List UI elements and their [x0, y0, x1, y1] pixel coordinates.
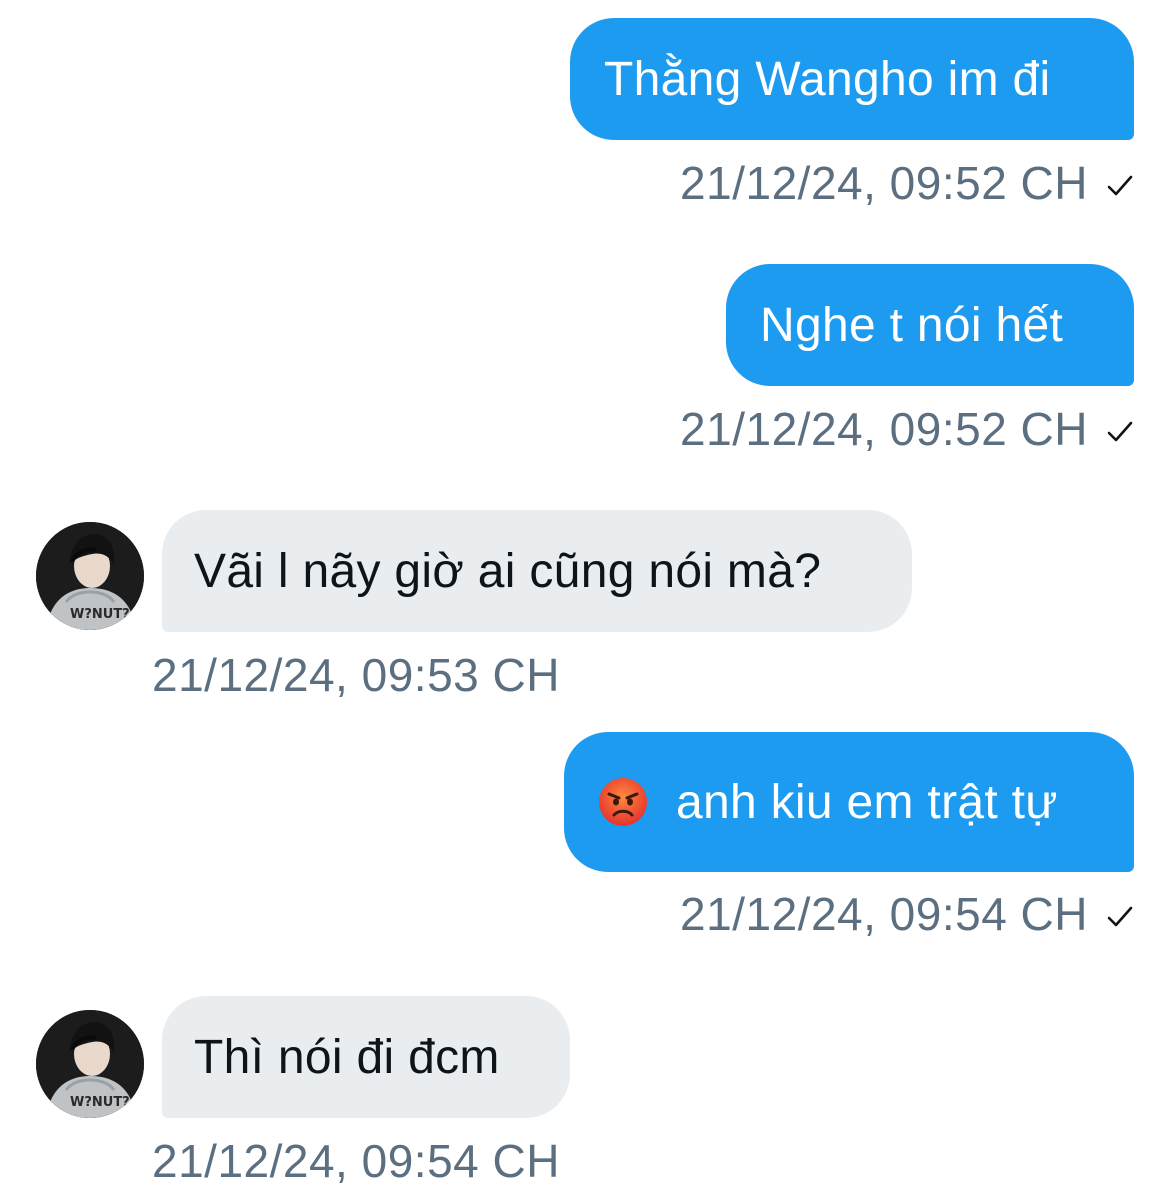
message-bubble-incoming[interactable]: Thì nói đi đcm — [162, 996, 570, 1118]
check-icon — [1107, 175, 1133, 196]
check-icon — [1107, 906, 1133, 927]
message-timestamp: 21/12/24, 09:54 CH — [680, 888, 1088, 940]
avatar-image: W?NUT?! — [36, 1010, 144, 1118]
message-meta: 21/12/24, 09:54 CH — [680, 887, 1134, 941]
check-icon — [1107, 421, 1133, 442]
svg-text:W?NUT?!: W?NUT?! — [70, 1095, 136, 1110]
message-meta: 21/12/24, 09:52 CH — [680, 156, 1134, 210]
message-timestamp: 21/12/24, 09:52 CH — [680, 157, 1088, 209]
message-timestamp: 21/12/24, 09:52 CH — [680, 403, 1088, 455]
message-text: Thì nói đi đcm — [194, 1030, 500, 1084]
contact-avatar[interactable]: W?NUT?! — [36, 1010, 144, 1118]
message-text: Thằng Wangho im đi — [604, 52, 1051, 106]
message-bubble-outgoing[interactable]: Nghe t nói hết — [726, 264, 1134, 386]
message-meta: 21/12/24, 09:52 CH — [680, 402, 1134, 456]
contact-avatar[interactable]: W?NUT?! — [36, 522, 144, 630]
message-timestamp: 21/12/24, 09:53 CH — [152, 649, 560, 701]
message-timestamp: 21/12/24, 09:54 CH — [152, 1135, 560, 1187]
svg-text:W?NUT?!: W?NUT?! — [70, 607, 136, 622]
angry-face-emoji — [599, 778, 647, 826]
message-bubble-incoming[interactable]: Vãi l nãy giờ ai cũng nói mà? — [162, 510, 912, 632]
message-text: Nghe t nói hết — [760, 298, 1064, 352]
avatar-image: W?NUT?! — [36, 522, 144, 630]
message-bubble-outgoing[interactable]: Thằng Wangho im đi — [570, 18, 1134, 140]
message-bubble-outgoing[interactable]: anh kiu em trật tự — [564, 732, 1134, 872]
message-text: Vãi l nãy giờ ai cũng nói mà? — [194, 544, 822, 598]
message-text: anh kiu em trật tự — [676, 775, 1058, 829]
